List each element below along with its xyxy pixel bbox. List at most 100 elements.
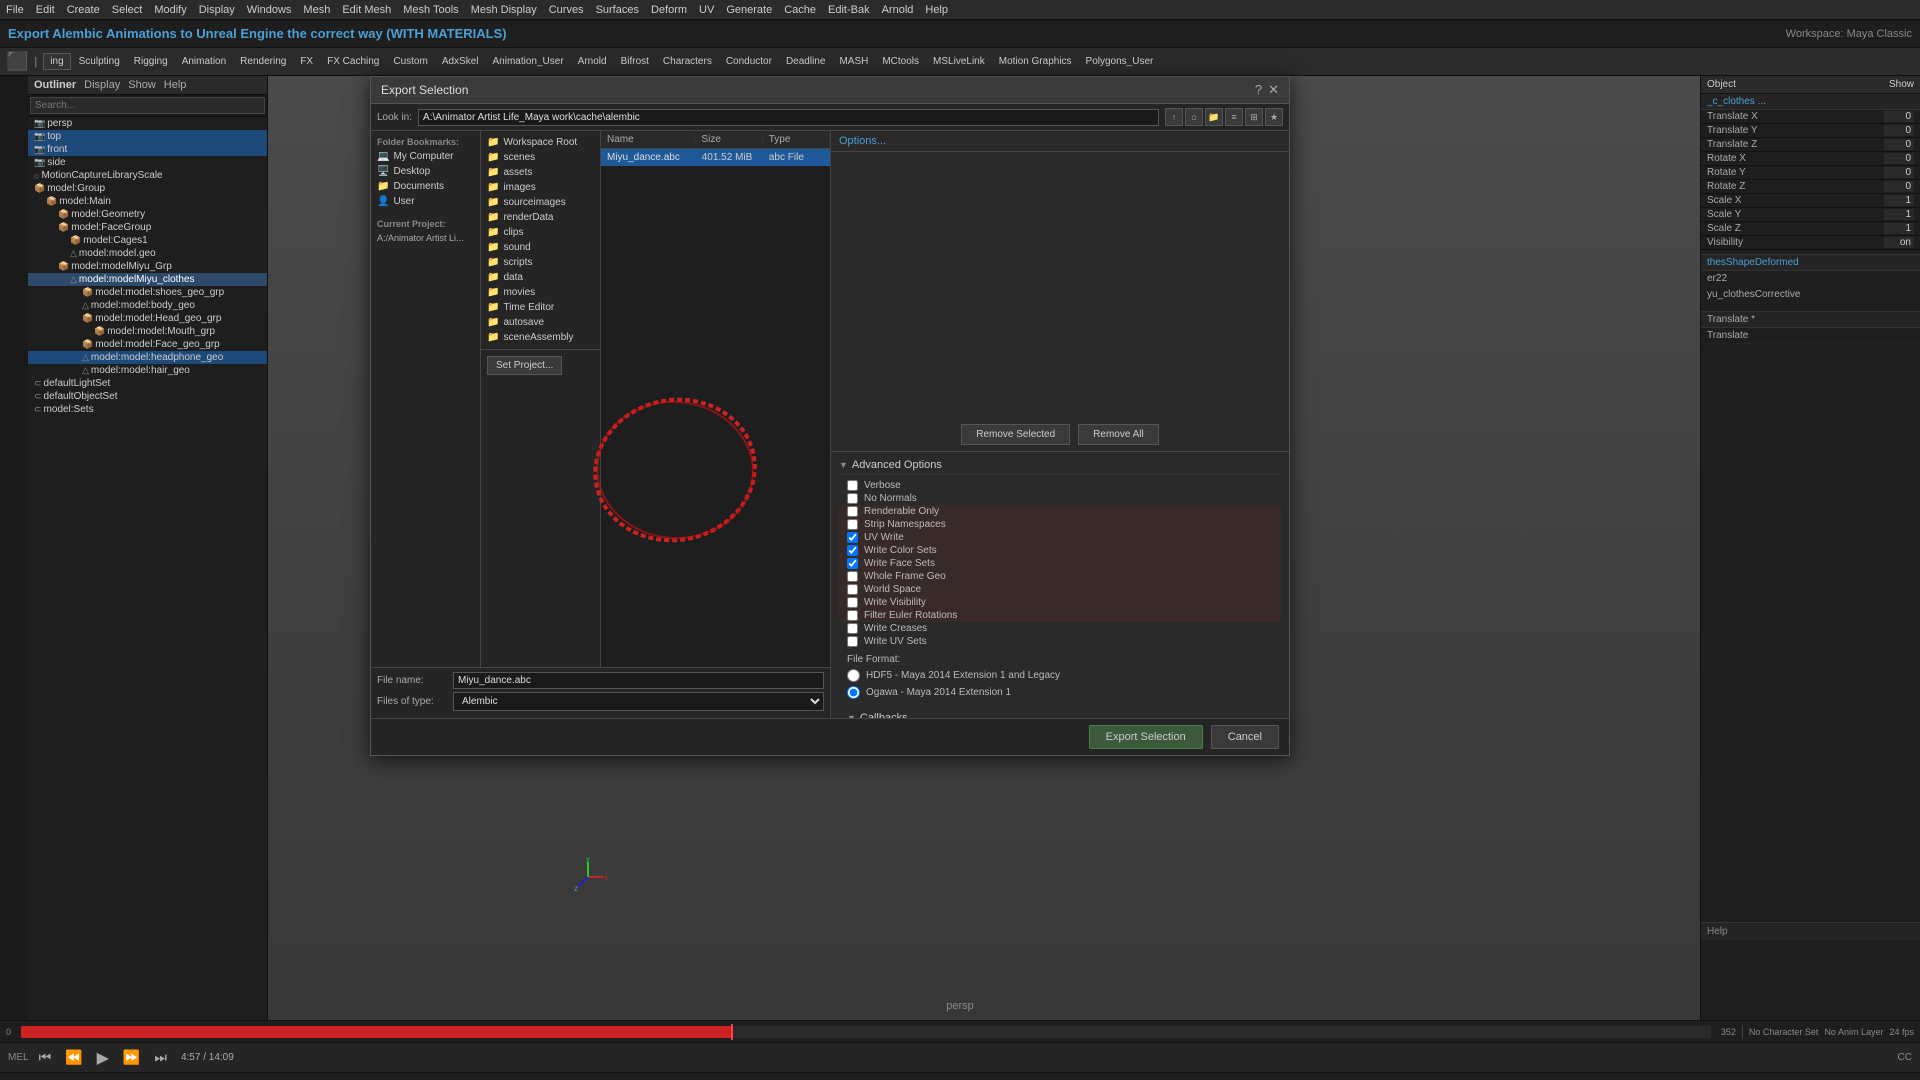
project-clips[interactable]: 📁 clips <box>481 225 600 240</box>
tree-item-9[interactable]: 📦 model:Cages1 <box>28 234 267 247</box>
project-sourceimages[interactable]: 📁 sourceimages <box>481 195 600 210</box>
menu-select[interactable]: Select <box>112 4 143 16</box>
whole-frame-geo-label[interactable]: Whole Frame Geo <box>864 571 946 582</box>
tree-item-2[interactable]: 📷 front <box>28 143 267 156</box>
tree-item-20[interactable]: ⊂ defaultLightSet <box>28 377 267 390</box>
menu-modify[interactable]: Modify <box>154 4 186 16</box>
tab-polygons-user[interactable]: Polygons_User <box>1080 54 1160 69</box>
options-link[interactable]: Options... <box>839 135 886 147</box>
set-project-button[interactable]: Set Project... <box>487 356 562 375</box>
dialog-close-icon[interactable]: ✕ <box>1268 82 1279 98</box>
prev-keyframe-button[interactable]: ⏮ <box>35 1047 56 1068</box>
renderable-only-label[interactable]: Renderable Only <box>864 506 939 517</box>
timeline-scrub[interactable] <box>21 1026 1711 1038</box>
play-button[interactable]: ▶ <box>93 1046 113 1070</box>
tree-item-4[interactable]: ○ MotionCaptureLibraryScale <box>28 169 267 182</box>
tree-item-8[interactable]: 📦 model:FaceGroup <box>28 221 267 234</box>
advanced-options-header[interactable]: ▼ Advanced Options <box>839 456 1281 475</box>
menu-create[interactable]: Create <box>67 4 100 16</box>
menu-arnold[interactable]: Arnold <box>882 4 914 16</box>
export-selection-button[interactable]: Export Selection <box>1089 725 1203 749</box>
world-space-label[interactable]: World Space <box>864 584 921 595</box>
tree-item-21[interactable]: ⊂ defaultObjectSet <box>28 390 267 403</box>
dialog-help-icon[interactable]: ? <box>1255 82 1262 98</box>
tree-item-6[interactable]: 📦 model:Main <box>28 195 267 208</box>
tree-item-16[interactable]: 📦 model:model:Mouth_grp <box>28 325 267 338</box>
tree-item-17[interactable]: 📦 model:model:Face_geo_grp <box>28 338 267 351</box>
menu-mesh-tools[interactable]: Mesh Tools <box>403 4 458 16</box>
tree-item-19[interactable]: △ model:model:hair_geo <box>28 364 267 377</box>
outliner-menu-show[interactable]: Show <box>128 79 156 91</box>
tree-item-1[interactable]: 📷 top <box>28 130 267 143</box>
callbacks-header[interactable]: ▼ Callbacks <box>847 709 1273 718</box>
verbose-label[interactable]: Verbose <box>864 480 901 491</box>
menu-curves[interactable]: Curves <box>549 4 584 16</box>
write-uv-sets-checkbox[interactable] <box>847 636 858 647</box>
face-sets-label[interactable]: Write Face Sets <box>864 558 935 569</box>
project-renderdata[interactable]: 📁 renderData <box>481 210 600 225</box>
tab-mash[interactable]: MASH <box>833 54 874 69</box>
ogawa-radio[interactable] <box>847 686 860 699</box>
outliner-search-input[interactable] <box>30 97 265 114</box>
menu-mesh[interactable]: Mesh <box>303 4 330 16</box>
tree-item-7[interactable]: 📦 model:Geometry <box>28 208 267 221</box>
menu-uv[interactable]: UV <box>699 4 714 16</box>
menu-file[interactable]: File <box>6 4 24 16</box>
file-name-input[interactable] <box>453 672 824 689</box>
files-col-type[interactable]: Type <box>763 133 830 146</box>
menu-deform[interactable]: Deform <box>651 4 687 16</box>
renderable-only-checkbox[interactable] <box>847 506 858 517</box>
tab-advskel[interactable]: AdxSkel <box>436 54 485 69</box>
tree-item-3[interactable]: 📷 side <box>28 156 267 169</box>
outliner-menu-help[interactable]: Help <box>164 79 187 91</box>
tab-bifrost[interactable]: Bifrost <box>615 54 655 69</box>
nav-bookmark-icon[interactable]: ★ <box>1265 108 1283 126</box>
tab-mctools[interactable]: MCtools <box>876 54 925 69</box>
write-creases-checkbox[interactable] <box>847 623 858 634</box>
tree-item-12[interactable]: △ model:modelMiyu_clothes <box>28 273 267 286</box>
tree-item-11[interactable]: 📦 model:modelMiyu_Grp <box>28 260 267 273</box>
no-normals-checkbox[interactable] <box>847 493 858 504</box>
tab-deadline[interactable]: Deadline <box>780 54 831 69</box>
tab-rendering[interactable]: Rendering <box>234 54 292 69</box>
color-sets-label[interactable]: Write Color Sets <box>864 545 937 556</box>
write-uv-sets-label[interactable]: Write UV Sets <box>864 636 927 647</box>
uv-write-checkbox[interactable] <box>847 532 858 543</box>
files-col-size[interactable]: Size <box>695 133 762 146</box>
cancel-button[interactable]: Cancel <box>1211 725 1279 749</box>
menu-edit-bak[interactable]: Edit-Bak <box>828 4 870 16</box>
project-scenes[interactable]: 📁 scenes <box>481 150 600 165</box>
project-scripts[interactable]: 📁 scripts <box>481 255 600 270</box>
project-movies[interactable]: 📁 movies <box>481 285 600 300</box>
tree-item-15[interactable]: 📦 model:model:Head_geo_grp <box>28 312 267 325</box>
tab-arnold[interactable]: Arnold <box>572 54 613 69</box>
tree-item-0[interactable]: 📷 persp <box>28 117 267 130</box>
remove-all-button[interactable]: Remove All <box>1078 424 1159 445</box>
tab-motiongraphics[interactable]: Motion Graphics <box>993 54 1078 69</box>
tab-conductor[interactable]: Conductor <box>720 54 778 69</box>
tree-item-14[interactable]: △ model:model:body_geo <box>28 299 267 312</box>
tree-item-18[interactable]: △ model:model:headphone_geo <box>28 351 267 364</box>
channel-box-object-label[interactable]: Object <box>1707 79 1736 90</box>
menu-surfaces[interactable]: Surfaces <box>596 4 639 16</box>
tab-animation[interactable]: Animation <box>176 54 232 69</box>
no-normals-label[interactable]: No Normals <box>864 493 917 504</box>
verbose-checkbox[interactable] <box>847 480 858 491</box>
tab-sculpting[interactable]: Sculpting <box>73 54 126 69</box>
look-in-path-input[interactable] <box>418 109 1159 126</box>
face-sets-checkbox[interactable] <box>847 558 858 569</box>
project-images[interactable]: 📁 images <box>481 180 600 195</box>
tree-item-5[interactable]: 📦 model:Group <box>28 182 267 195</box>
write-creases-label[interactable]: Write Creases <box>864 623 927 634</box>
hdf5-radio[interactable] <box>847 669 860 682</box>
files-col-name[interactable]: Name <box>601 133 695 146</box>
tab-fx[interactable]: FX <box>294 54 319 69</box>
tab-custom[interactable]: Custom <box>387 54 433 69</box>
tab-animation-user[interactable]: Animation_User <box>487 54 570 69</box>
nav-up-icon[interactable]: ↑ <box>1165 108 1183 126</box>
channel-box-show-label[interactable]: Show <box>1889 79 1914 90</box>
strip-namespaces-label[interactable]: Strip Namespaces <box>864 519 946 530</box>
project-scene-assembly[interactable]: 📁 sceneAssembly <box>481 330 600 345</box>
bookmark-my-computer[interactable]: 💻 My Computer <box>371 149 480 164</box>
menu-edit-mesh[interactable]: Edit Mesh <box>342 4 391 16</box>
